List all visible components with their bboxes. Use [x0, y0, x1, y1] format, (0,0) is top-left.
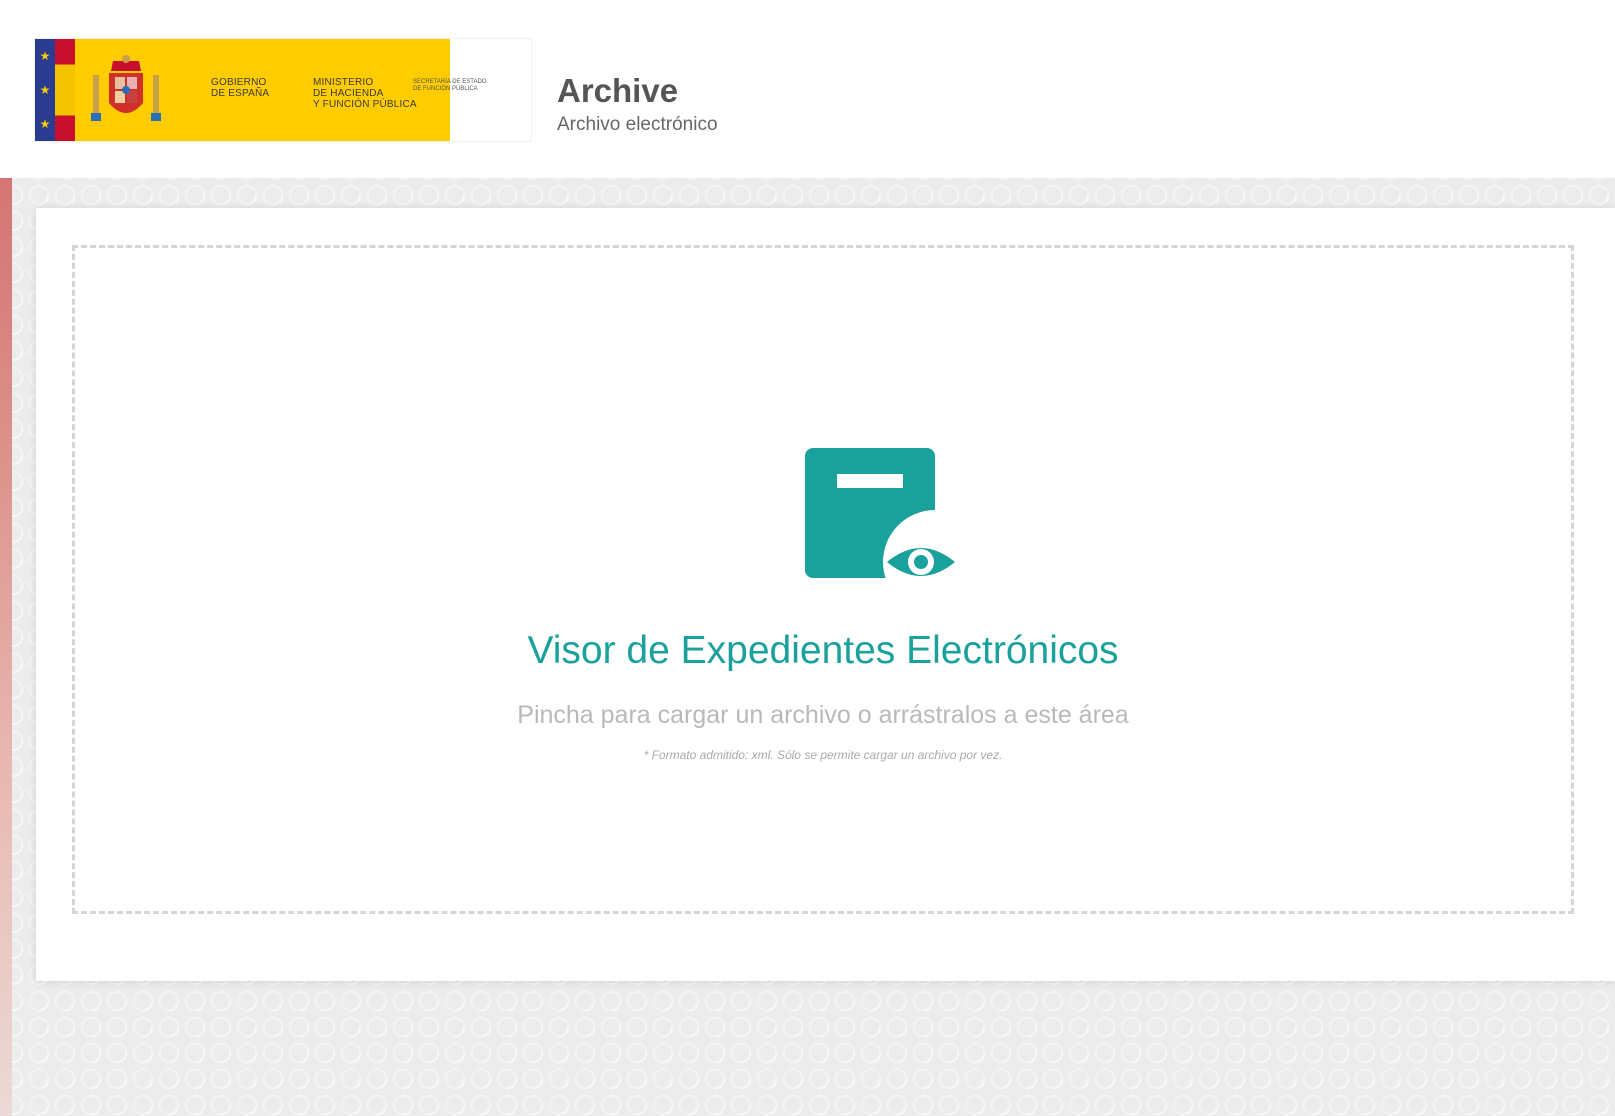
- star-icon: ★: [39, 49, 51, 63]
- main-card: Visor de Expedientes Electrónicos Pincha…: [36, 208, 1615, 981]
- app-title: Archive: [557, 72, 679, 109]
- star-icon: ★: [39, 83, 51, 97]
- app-subtitle: Archivo electrónico: [557, 114, 718, 135]
- dropzone-format-note: * Formato admitido: xml. Sólo se permite…: [643, 748, 1003, 762]
- eu-stars: ★ ★ ★: [35, 39, 55, 141]
- spain-flag-band: [55, 39, 75, 141]
- file-dropzone[interactable]: Visor de Expedientes Electrónicos Pincha…: [72, 245, 1574, 914]
- gov-brand-panel: GOBIERNO DE ESPAÑA MINISTERIO DE HACIEND…: [75, 39, 450, 141]
- coat-of-arms-icon: [91, 55, 161, 121]
- government-logo[interactable]: ★ ★ ★ GOBIERNO DE ESPAÑA MINISTERIO DE H…: [34, 38, 532, 142]
- secretariat-label: SECRETARÍA DE ESTADO DE FUNCIÓN PÚBLICA: [413, 79, 487, 92]
- app-brand[interactable]: Archive Archivo electrónico: [557, 72, 718, 136]
- site-header: ★ ★ ★ GOBIERNO DE ESPAÑA MINISTERIO DE H…: [0, 0, 1615, 178]
- star-icon: ★: [39, 117, 51, 131]
- ministry-label: MINISTERIO DE HACIENDA Y FUNCIÓN PÚBLICA: [313, 77, 417, 110]
- document-view-icon: [805, 448, 955, 580]
- dropzone-instruction: Pincha para cargar un archivo o arrástra…: [517, 701, 1129, 729]
- eu-flag-strip: ★ ★ ★: [35, 39, 75, 141]
- dropzone-title: Visor de Expedientes Electrónicos: [527, 629, 1119, 672]
- gov-label: GOBIERNO DE ESPAÑA: [211, 77, 270, 99]
